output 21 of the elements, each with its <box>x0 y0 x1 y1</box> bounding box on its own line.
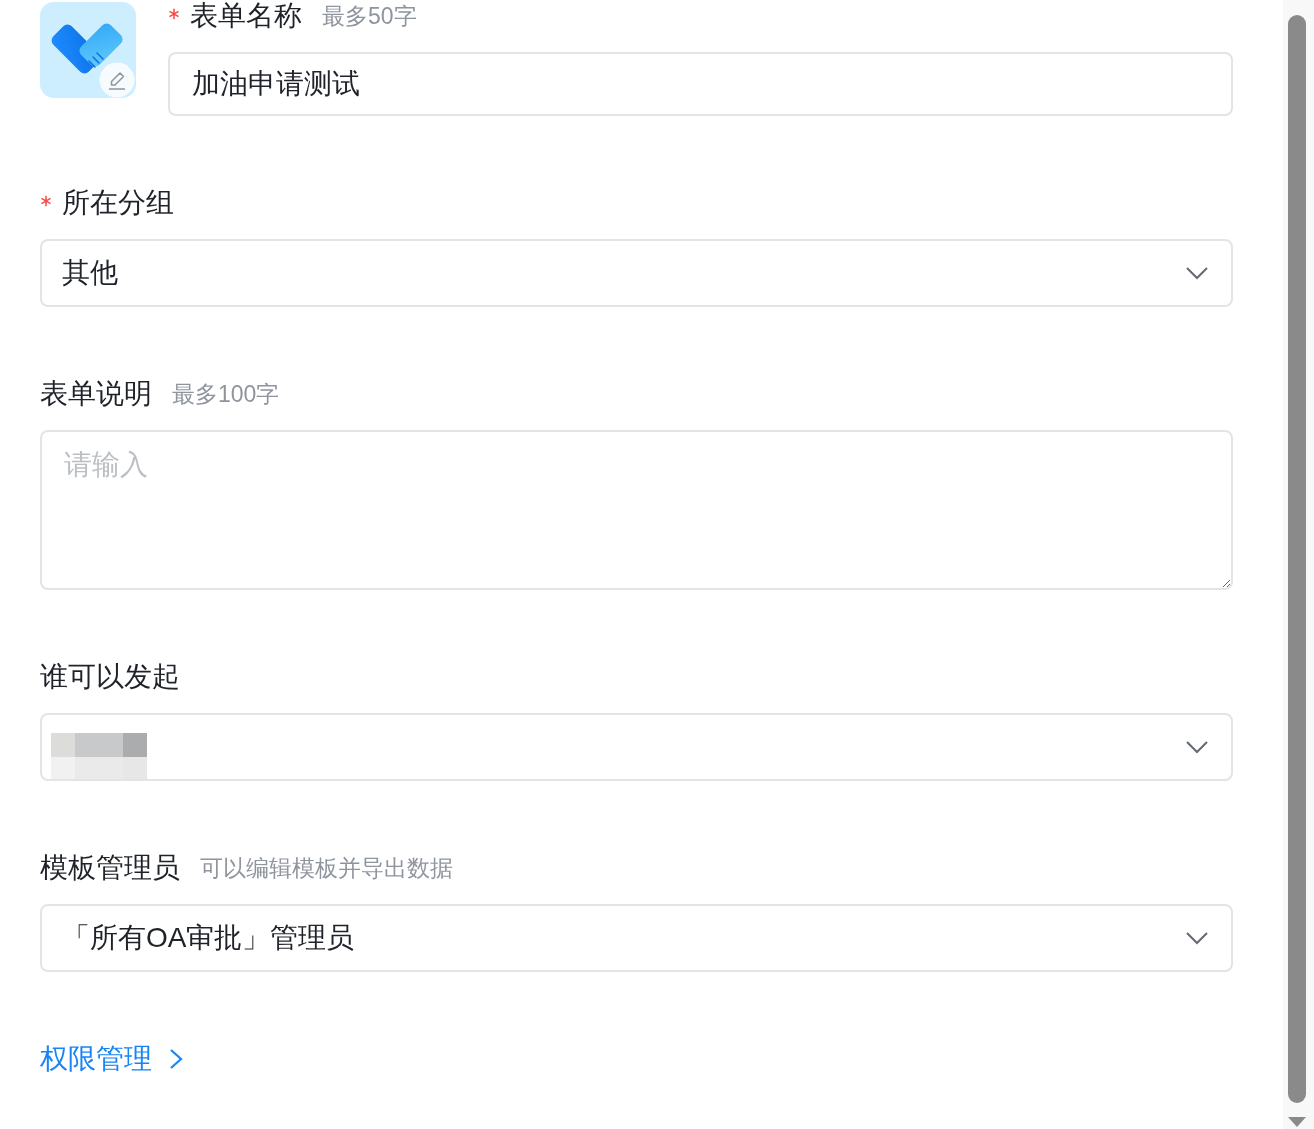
dropdown-select[interactable]: 「所有OA审批」管理员 <box>40 904 1233 972</box>
chevron-right-icon <box>168 1047 184 1071</box>
scrollbar-thumb[interactable] <box>1288 15 1306 1103</box>
field-label: 表单名称 <box>190 0 302 32</box>
field-hint: 最多100字 <box>172 380 280 409</box>
textarea-field[interactable]: 请输入 <box>40 430 1233 590</box>
permission-link[interactable]: 权限管理 <box>40 1043 184 1075</box>
chevron-down-icon <box>1185 931 1209 945</box>
chevron-down-icon <box>1185 266 1209 280</box>
chevron-down-icon <box>1185 740 1209 754</box>
field-label: 模板管理员 <box>40 852 180 884</box>
scroll-down-arrow-icon[interactable] <box>1288 1117 1306 1127</box>
dropdown-select[interactable]: 其他 <box>40 239 1233 307</box>
dropdown-select[interactable] <box>40 713 1233 781</box>
edit-pencil-icon[interactable] <box>99 62 135 98</box>
field-label: 谁可以发起 <box>40 661 180 693</box>
text-input[interactable]: 加油申请测试 <box>168 52 1233 116</box>
field-label: 表单说明 <box>40 378 152 410</box>
field-hint: 最多50字 <box>322 2 417 31</box>
field-label: 所在分组 <box>62 187 174 219</box>
field-hint: 可以编辑模板并导出数据 <box>200 854 453 883</box>
